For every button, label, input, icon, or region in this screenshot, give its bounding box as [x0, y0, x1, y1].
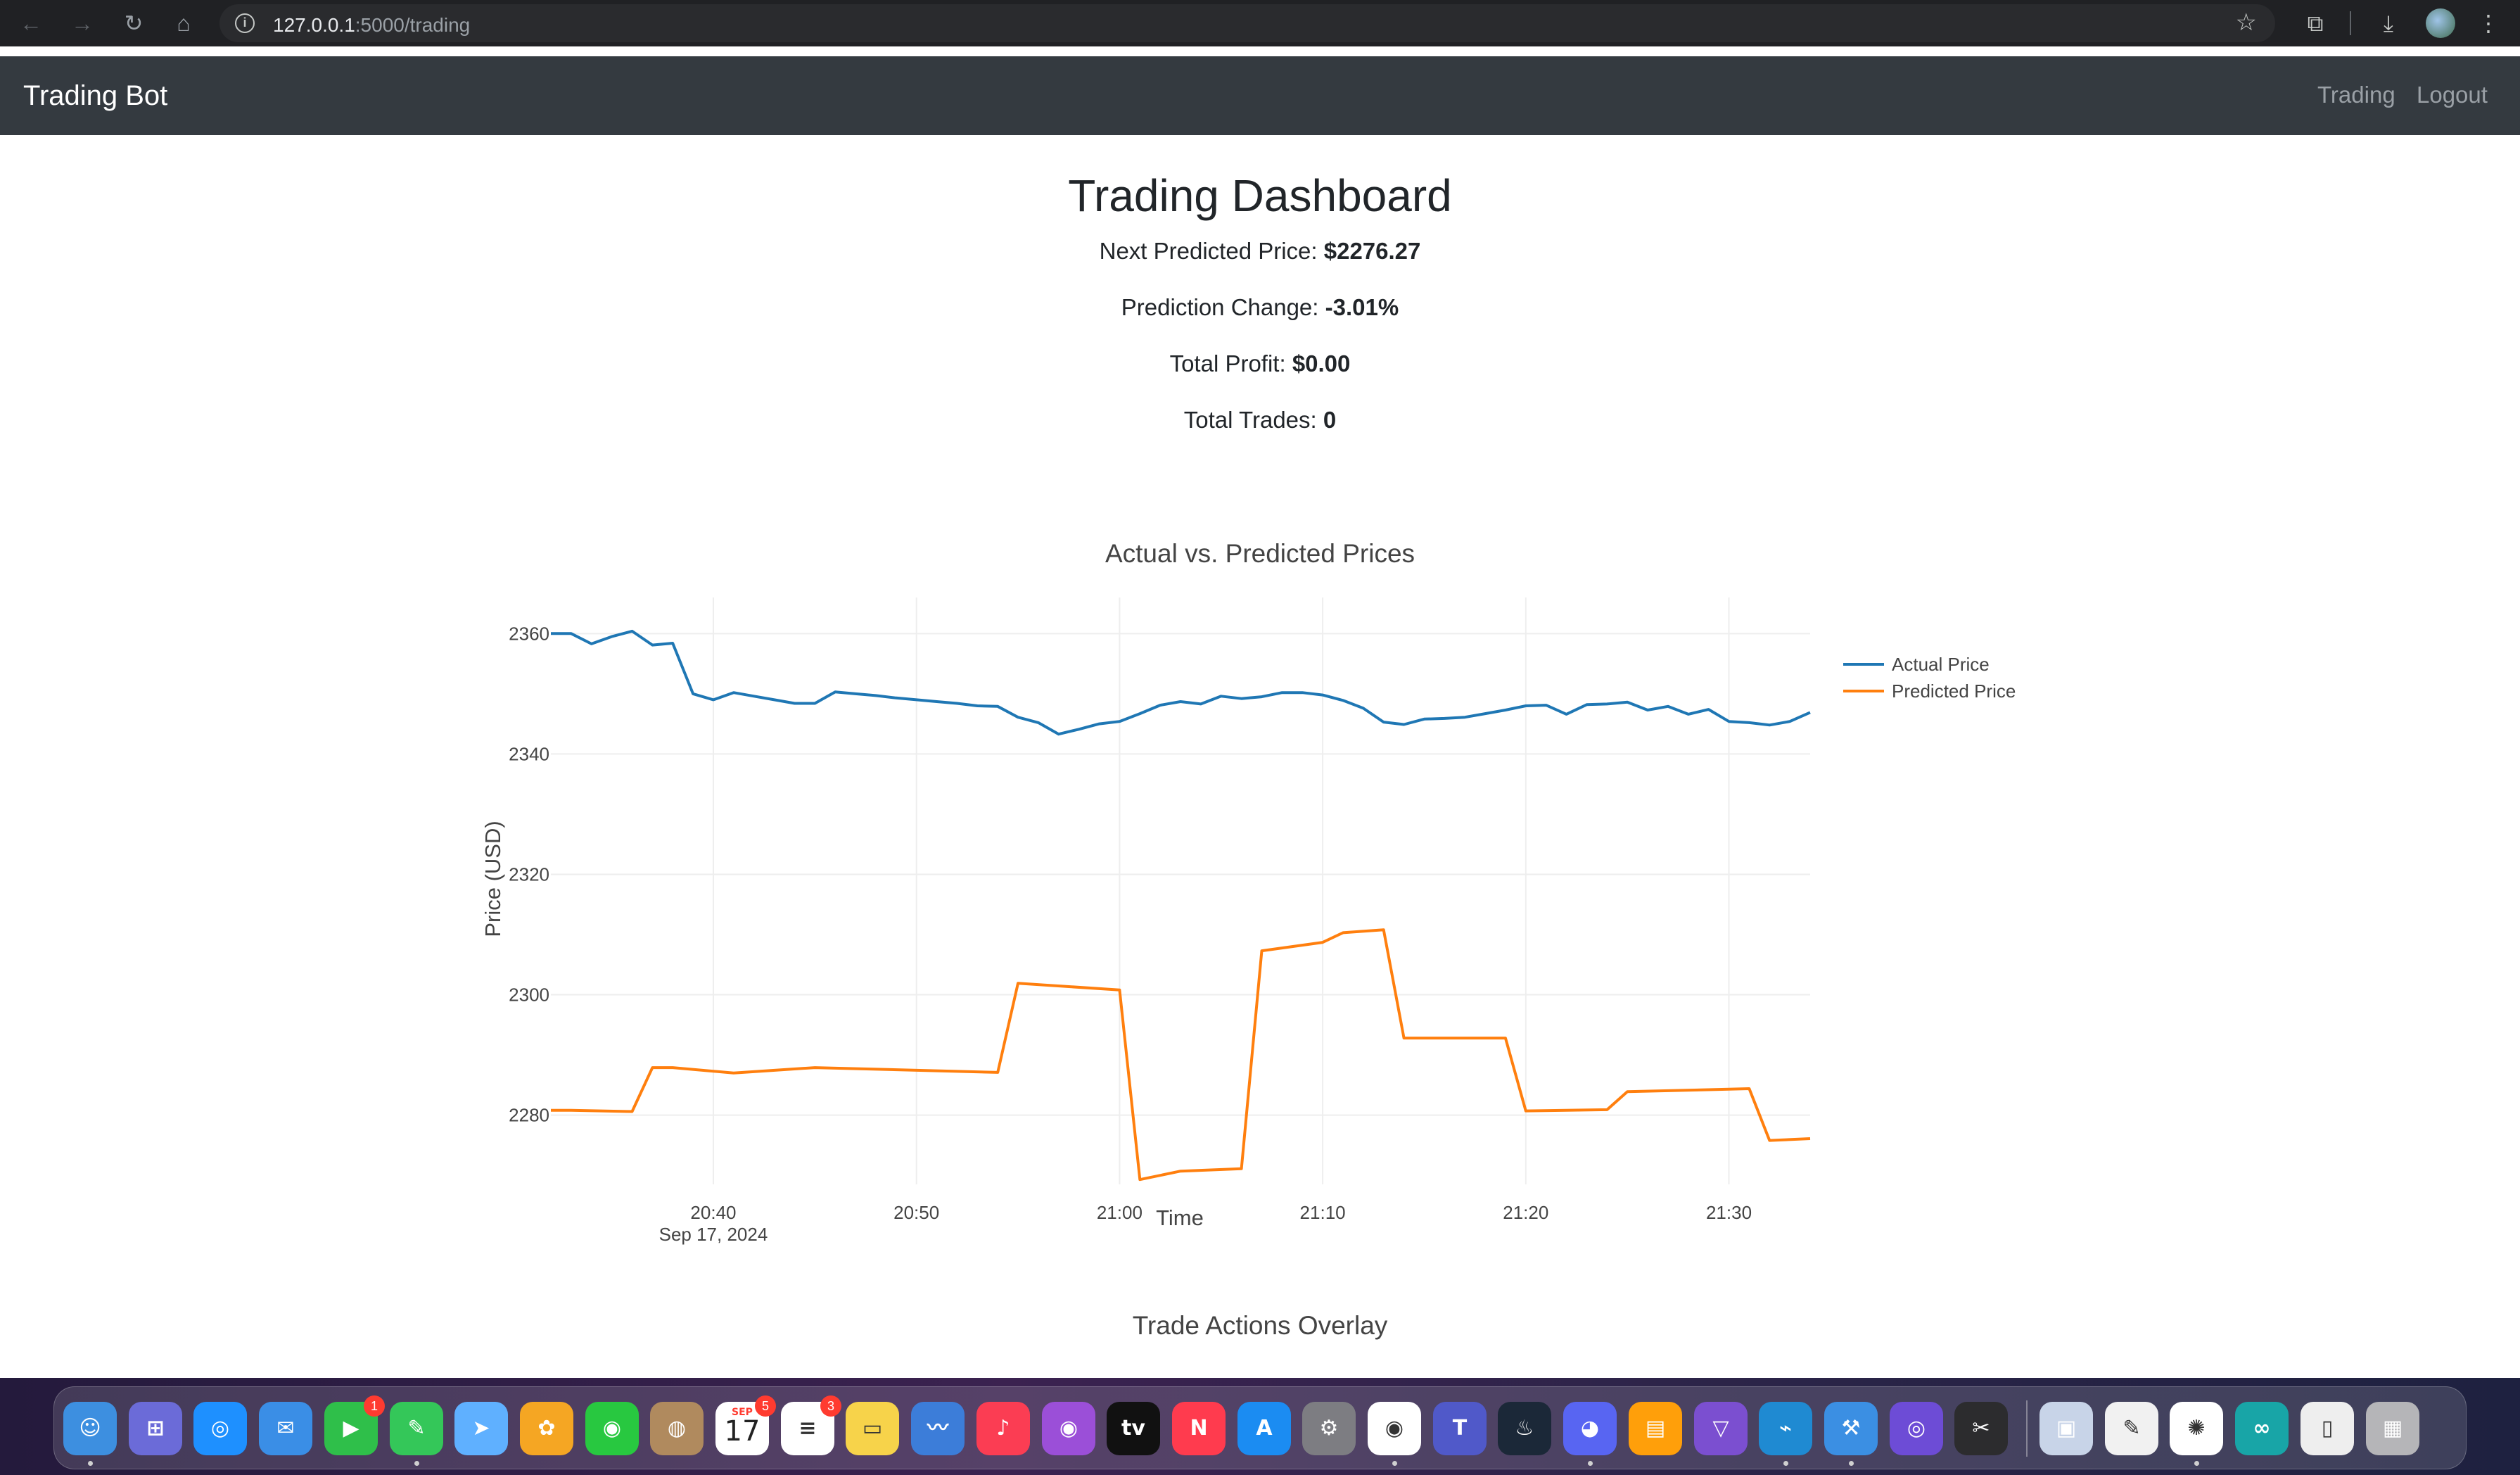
x-date-label: Sep 17, 2024 [659, 1224, 768, 1245]
dock-app-discord-icon[interactable]: ◕ [1563, 1402, 1617, 1455]
toolbar-divider [2350, 11, 2351, 35]
x-axis-title: Time [1156, 1205, 1204, 1230]
running-indicator [1849, 1461, 1854, 1466]
x-tick-label: 20:50 [893, 1202, 939, 1223]
dock-app-chrome-icon[interactable]: ◉ [1368, 1402, 1421, 1455]
x-tick-label: 20:40 [690, 1202, 736, 1223]
dock-app-safari-icon[interactable]: ◎ [193, 1402, 247, 1455]
site-info-icon[interactable]: i [235, 13, 255, 33]
dock-app-trash-icon[interactable]: ▦ [2366, 1402, 2419, 1455]
dock-app-news-icon[interactable]: N [1172, 1402, 1226, 1455]
dock-app-visual-studio-icon[interactable]: ▽ [1694, 1402, 1748, 1455]
dock-app-vs-code-icon[interactable]: ⌁ [1759, 1402, 1812, 1455]
dock-app-siri-icon[interactable]: ◎ [1890, 1402, 1943, 1455]
x-tick-label: 21:20 [1503, 1202, 1548, 1223]
running-indicator [414, 1461, 419, 1466]
dock-app-maps-icon[interactable]: ➤ [454, 1402, 508, 1455]
dock-app-mail-icon[interactable]: ✉ [259, 1402, 312, 1455]
notification-badge: 5 [755, 1395, 776, 1417]
dock-app-freeform-icon[interactable]: 〰 [911, 1402, 965, 1455]
url-text[interactable]: 127.0.0.1:5000/trading [273, 14, 470, 37]
reload-icon[interactable]: ↻ [116, 6, 151, 41]
chart-series [551, 629, 1811, 1182]
home-icon[interactable]: ⌂ [166, 6, 201, 41]
running-indicator [1588, 1461, 1593, 1466]
overlay-chart-title: Trade Actions Overlay [1132, 1311, 1388, 1340]
x-tick-label: 21:00 [1097, 1202, 1143, 1223]
browser-toolbar: ← → ↻ ⌂ i 127.0.0.1:5000/trading ☆ ⧉ ⤓ ⋮ [0, 0, 2520, 46]
y-tick-label: 2300 [509, 985, 549, 1006]
notification-badge: 1 [364, 1395, 385, 1417]
dock-app-system-settings-icon[interactable]: ⚙ [1302, 1402, 1356, 1455]
dock-app-app-store-icon[interactable]: A [1237, 1402, 1291, 1455]
dock-app-launchpad-icon[interactable]: ⊞ [129, 1402, 182, 1455]
running-indicator [1783, 1461, 1788, 1466]
extensions-icon[interactable]: ⧉ [2299, 7, 2331, 39]
bookmark-star-icon[interactable]: ☆ [2236, 8, 2257, 37]
x-tick-label: 21:30 [1706, 1202, 1752, 1223]
calendar-day: 17 [724, 1415, 761, 1448]
dock-app-pinwheel-icon[interactable]: ✺ [2170, 1402, 2223, 1455]
forward-icon[interactable]: → [65, 6, 100, 41]
y-tick-label: 2340 [509, 743, 549, 764]
series-line-predicted-price [551, 928, 1811, 1182]
dock-app-tv-icon[interactable]: tv [1107, 1402, 1160, 1455]
downloads-icon[interactable]: ⤓ [2372, 7, 2405, 39]
dock-app-finder-icon[interactable]: ☺ [63, 1402, 117, 1455]
profile-avatar[interactable] [2426, 8, 2455, 38]
dock-app-archive-icon[interactable]: ▯ [2301, 1402, 2354, 1455]
y-tick-label: 2280 [509, 1105, 549, 1126]
legend-label: Predicted Price [1892, 680, 2016, 702]
y-axis-title: Price (USD) [481, 821, 505, 937]
y-tick-label: 2360 [509, 623, 549, 644]
running-indicator [88, 1461, 93, 1466]
web-page: Trading Bot Trading Logout Trading Dashb… [0, 46, 2520, 1378]
price-chart[interactable]: 20:40 20:50 21:00 21:10 21:20 21:30 Sep 17, 20… [0, 46, 2520, 1378]
y-tick-label: 2320 [509, 863, 549, 885]
dock-app-find-my-icon[interactable]: ◉ [585, 1402, 639, 1455]
chart-legend: Actual Price Predicted Price [1843, 654, 2016, 702]
dock-app-arduino-icon[interactable]: ∞ [2235, 1402, 2289, 1455]
dock-app-final-cut-pro-icon[interactable]: ✂ [1954, 1402, 2008, 1455]
dock-app-messages-icon[interactable]: ✎ [390, 1402, 443, 1455]
dock-app-steam-icon[interactable]: ♨ [1498, 1402, 1551, 1455]
legend-label: Actual Price [1892, 654, 1990, 675]
running-indicator [1392, 1461, 1397, 1466]
dock-app-textedit-icon[interactable]: ✎ [2105, 1402, 2158, 1455]
address-bar[interactable]: i 127.0.0.1:5000/trading ☆ [219, 4, 2275, 42]
notification-badge: 3 [820, 1395, 841, 1417]
dock-app-teams-icon[interactable]: T [1433, 1402, 1487, 1455]
dock-app-preview-icon[interactable]: ▣ [2039, 1402, 2093, 1455]
dock-app-music-icon[interactable]: ♪ [976, 1402, 1030, 1455]
series-line-actual-price [551, 629, 1811, 736]
dock-divider [2026, 1400, 2028, 1457]
dock-app-notes-icon[interactable]: ▭ [846, 1402, 899, 1455]
running-indicator [2194, 1461, 2199, 1466]
back-icon[interactable]: ← [13, 6, 49, 41]
x-tick-label: 21:10 [1300, 1202, 1346, 1223]
dock-app-photos-icon[interactable]: ✿ [520, 1402, 573, 1455]
menu-kebab-icon[interactable]: ⋮ [2472, 7, 2505, 39]
dock-app-podcasts-icon[interactable]: ◉ [1042, 1402, 1095, 1455]
dock-app-contacts-icon[interactable]: ◍ [650, 1402, 704, 1455]
dock-app-xcode-icon[interactable]: ⚒ [1824, 1402, 1878, 1455]
dock-app-books-icon[interactable]: ▤ [1629, 1402, 1682, 1455]
